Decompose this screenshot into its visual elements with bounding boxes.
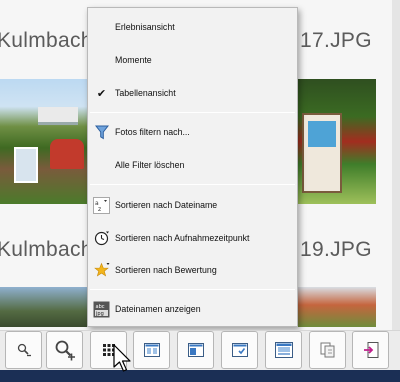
panel-preview-icon	[274, 342, 293, 358]
abc-jpg-icon: abc jpg	[93, 301, 110, 318]
sort-by-filename-icon: a z	[93, 196, 110, 214]
menu-item-label: Momente	[115, 55, 152, 65]
menu-item-alle-filter-loeschen[interactable]: Alle Filter löschen	[88, 150, 297, 180]
photo-title-row2-right: 19.JPG	[300, 238, 372, 261]
panel-layout-icon	[143, 343, 160, 357]
panel-left-icon	[187, 343, 204, 357]
menu-item-tabellenansicht[interactable]: ✔ Tabellenansicht	[88, 78, 297, 108]
menu-item-label: Sortieren nach Aufnahmezeitpunkt	[115, 233, 250, 243]
scrollbar[interactable]	[392, 0, 400, 330]
zoom-in-icon	[54, 339, 76, 361]
checkmark-glyph: ✔	[96, 87, 107, 100]
svg-text:abc: abc	[96, 304, 105, 310]
export-icon	[362, 341, 380, 359]
layout-c-button[interactable]	[221, 331, 258, 369]
panel-check-icon	[231, 343, 248, 357]
menu-item-label: Alle Filter löschen	[115, 160, 185, 170]
menu-item-label: Erlebnisansicht	[115, 22, 175, 32]
menu-item-sortieren-bewertung[interactable]: Sortieren nach Bewertung	[88, 255, 297, 285]
menu-separator	[90, 112, 295, 113]
menu-item-fotos-filtern[interactable]: Fotos filtern nach...	[88, 117, 297, 147]
clock-icon	[93, 230, 110, 247]
photo-title-row2: Kulmbach	[0, 238, 93, 261]
menu-item-momente[interactable]: Momente	[88, 45, 297, 75]
photo-thumbnail-3[interactable]	[0, 287, 88, 327]
svg-text:z: z	[98, 206, 101, 213]
photo-detail	[14, 147, 38, 183]
photo-title-row1-right: 17.JPG	[300, 29, 372, 52]
photo-thumbnail-2[interactable]	[296, 79, 376, 204]
zoom-out-icon	[16, 342, 32, 358]
taskbar	[0, 370, 400, 382]
export-button[interactable]	[352, 331, 389, 369]
star-icon	[93, 262, 110, 279]
copy-icon	[319, 341, 337, 359]
layout-a-button[interactable]	[133, 331, 170, 369]
layout-d-button[interactable]	[265, 331, 302, 369]
layout-b-button[interactable]	[177, 331, 214, 369]
checkmark-icon: ✔	[93, 85, 110, 102]
photo-title-row1: Kulmbach	[0, 29, 93, 52]
copy-button[interactable]	[309, 331, 346, 369]
menu-item-erlebnisansicht[interactable]: Erlebnisansicht	[88, 12, 297, 42]
zoom-out-button[interactable]	[5, 331, 42, 369]
photo-thumbnail-1[interactable]	[0, 79, 88, 204]
bottom-toolbar	[0, 330, 400, 370]
menu-item-label: Sortieren nach Bewertung	[115, 265, 217, 275]
photo-thumbnail-4[interactable]	[296, 287, 376, 327]
filter-icon	[93, 124, 110, 141]
menu-item-sortieren-aufnahmezeitpunkt[interactable]: Sortieren nach Aufnahmezeitpunkt	[88, 223, 297, 253]
menu-item-sortieren-dateiname[interactable]: a z Sortieren nach Dateiname	[88, 190, 297, 220]
grid-view-icon	[102, 343, 116, 357]
menu-item-label: Dateinamen anzeigen	[115, 304, 201, 314]
menu-separator	[90, 184, 295, 185]
photo-detail	[50, 139, 84, 169]
menu-item-label: Sortieren nach Dateiname	[115, 200, 218, 210]
view-options-button[interactable]	[90, 331, 127, 369]
svg-text:jpg: jpg	[95, 311, 104, 317]
menu-item-label: Fotos filtern nach...	[115, 127, 190, 137]
menu-separator	[90, 289, 295, 290]
menu-item-dateinamen-anzeigen[interactable]: abc jpg Dateinamen anzeigen	[88, 294, 297, 324]
photo-detail	[38, 107, 78, 125]
menu-item-label: Tabellenansicht	[115, 88, 176, 98]
zoom-in-button[interactable]	[46, 331, 83, 369]
view-options-menu: Erlebnisansicht Momente ✔ Tabellenansich…	[87, 7, 298, 327]
photo-detail	[302, 113, 342, 193]
